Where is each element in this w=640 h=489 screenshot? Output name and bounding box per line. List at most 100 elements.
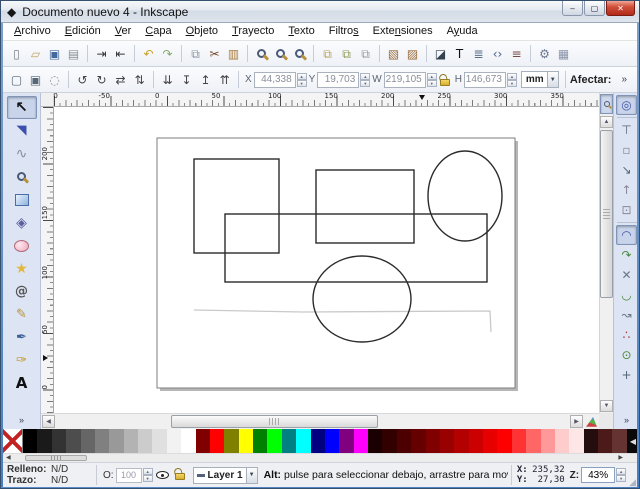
import-button[interactable]: ⇥ — [92, 44, 111, 64]
palette-swatch[interactable] — [325, 429, 339, 453]
opacity-field[interactable] — [116, 468, 142, 483]
palette-swatch[interactable] — [497, 429, 511, 453]
sticky-zoom-button[interactable] — [600, 94, 613, 114]
selection-edit-1-button[interactable]: ▧ — [384, 44, 403, 64]
spiral-tool[interactable]: @ — [7, 280, 37, 303]
snap-bbox-centers-button[interactable]: ⊡ — [616, 200, 637, 220]
scroll-left-button[interactable]: ◀ — [42, 415, 55, 428]
resize-grip[interactable]: ◢ — [629, 477, 636, 487]
scroll-right-button[interactable]: ▶ — [570, 415, 583, 428]
x-field[interactable] — [254, 72, 296, 88]
snap-bbox-edge-midpoints-button[interactable]: ↑ — [616, 180, 637, 200]
paste-button[interactable]: ▥ — [224, 44, 243, 64]
width-field[interactable] — [384, 72, 426, 88]
palette-swatch[interactable] — [411, 429, 425, 453]
layer-select[interactable]: Layer 1 ▼ — [193, 467, 258, 484]
pen-tool[interactable]: ✒ — [7, 326, 37, 349]
align-dialog-button[interactable]: ≡ — [507, 44, 526, 64]
node-tool[interactable]: ◥ — [7, 119, 37, 142]
palette-swatch[interactable] — [339, 429, 353, 453]
palette-swatch[interactable] — [124, 429, 138, 453]
snap-object-centers-button[interactable]: ⊙ — [616, 345, 637, 365]
palette-swatch[interactable] — [152, 429, 166, 453]
palette-swatch[interactable] — [598, 429, 612, 453]
palette-swatch[interactable] — [368, 429, 382, 453]
width-spinner[interactable]: ▲▼ — [427, 73, 437, 87]
raise-button[interactable]: ↥ — [196, 70, 215, 90]
create-clone-button[interactable]: ⧉ — [337, 44, 356, 64]
y-spinner[interactable]: ▲▼ — [360, 73, 370, 87]
rectangle-tool[interactable] — [7, 188, 37, 211]
zoom-selection-button[interactable] — [252, 44, 271, 64]
flip-horizontal-button[interactable]: ⇄ — [111, 70, 130, 90]
menu-trayecto[interactable]: Trayecto — [225, 23, 281, 41]
canvas[interactable] — [54, 107, 599, 413]
new-document-button[interactable]: ▯ — [7, 44, 26, 64]
maximize-button[interactable]: ▢ — [584, 1, 605, 16]
document-properties-button[interactable]: ▦ — [554, 44, 573, 64]
text-dialog-button[interactable]: T — [450, 44, 469, 64]
palette-swatch[interactable] — [512, 429, 526, 453]
palette-swatch[interactable] — [454, 429, 468, 453]
palette-swatch[interactable] — [267, 429, 281, 453]
flip-vertical-button[interactable]: ⇅ — [130, 70, 149, 90]
3dbox-tool[interactable]: ◈ — [7, 211, 37, 234]
snap-bbox-corners-button[interactable]: ↘ — [616, 160, 637, 180]
calligraphy-tool[interactable]: ✑ — [7, 349, 37, 372]
export-button[interactable]: ⇤ — [111, 44, 130, 64]
raise-to-top-button[interactable]: ⇈ — [215, 70, 234, 90]
palette-swatch[interactable] — [196, 429, 210, 453]
menu-objeto[interactable]: Objeto — [179, 23, 225, 41]
palette-swatch[interactable] — [555, 429, 569, 453]
ellipse-tool[interactable] — [7, 234, 37, 257]
unlink-clone-button[interactable]: ⧉ — [356, 44, 375, 64]
menu-extensiones[interactable]: Extensiones — [366, 23, 440, 41]
snap-path-intersections-button[interactable]: ✕ — [616, 265, 637, 285]
preferences-button[interactable]: ⚙ — [535, 44, 554, 64]
zoom-field[interactable] — [581, 467, 615, 483]
palette-swatch[interactable] — [282, 429, 296, 453]
menu-ver[interactable]: Ver — [108, 23, 139, 41]
xml-editor-button[interactable]: ‹› — [488, 44, 507, 64]
opacity-spinner[interactable]: ▲▼ — [143, 468, 153, 482]
deselect-button[interactable]: ◌ — [45, 70, 64, 90]
palette-scrollbar-right-icon[interactable]: ▶ — [618, 454, 623, 462]
rotate-ccw-button[interactable]: ↺ — [73, 70, 92, 90]
x-spinner[interactable]: ▲▼ — [297, 73, 307, 87]
height-spinner[interactable]: ▲▼ — [507, 73, 517, 87]
palette-swatch[interactable] — [210, 429, 224, 453]
menu-archivo[interactable]: Archivo — [7, 23, 58, 41]
palette-swatch[interactable] — [81, 429, 95, 453]
palette-scrollbar-left-icon[interactable]: ◀ — [6, 454, 11, 462]
minimize-button[interactable]: – — [562, 1, 583, 16]
horizontal-scrollbar-thumb[interactable] — [171, 415, 378, 428]
height-field[interactable] — [464, 72, 506, 88]
snap-paths-button[interactable]: ↷ — [616, 245, 637, 265]
palette-swatch[interactable] — [37, 429, 51, 453]
color-management-toggle[interactable] — [585, 416, 598, 428]
lock-ratio-icon[interactable] — [440, 79, 450, 86]
palette-swatch[interactable] — [311, 429, 325, 453]
palette-swatch[interactable] — [167, 429, 181, 453]
tool-options-overflow[interactable]: » — [621, 74, 627, 85]
pencil-tool[interactable]: ✎ — [7, 303, 37, 326]
snap-midpoints-button[interactable]: ∴ — [616, 325, 637, 345]
palette-swatch[interactable] — [138, 429, 152, 453]
no-color-swatch[interactable] — [3, 429, 23, 453]
snap-smooth-nodes-button[interactable]: ↝ — [616, 305, 637, 325]
snap-bbox-edges-button[interactable]: ▫ — [616, 140, 637, 160]
vertical-ruler[interactable]: 200150100500 — [41, 107, 54, 413]
palette-swatch[interactable] — [483, 429, 497, 453]
cut-button[interactable]: ✂ — [205, 44, 224, 64]
palette-swatch[interactable] — [584, 429, 598, 453]
palette-swatch[interactable] — [181, 429, 195, 453]
title-bar[interactable]: ◆ Documento nuevo 4 - Inkscape – ▢ ✕ — [1, 1, 640, 23]
tweak-tool[interactable]: ∿ — [7, 142, 37, 165]
palette-swatch[interactable] — [23, 429, 37, 453]
palette-scrollbar-thumb[interactable] — [25, 455, 87, 461]
y-field[interactable] — [317, 72, 359, 88]
fill-stroke-dialog-button[interactable]: ◪ — [431, 44, 450, 64]
palette-swatch[interactable] — [469, 429, 483, 453]
close-button[interactable]: ✕ — [606, 1, 635, 16]
snapbar-overflow[interactable]: » — [624, 415, 629, 425]
